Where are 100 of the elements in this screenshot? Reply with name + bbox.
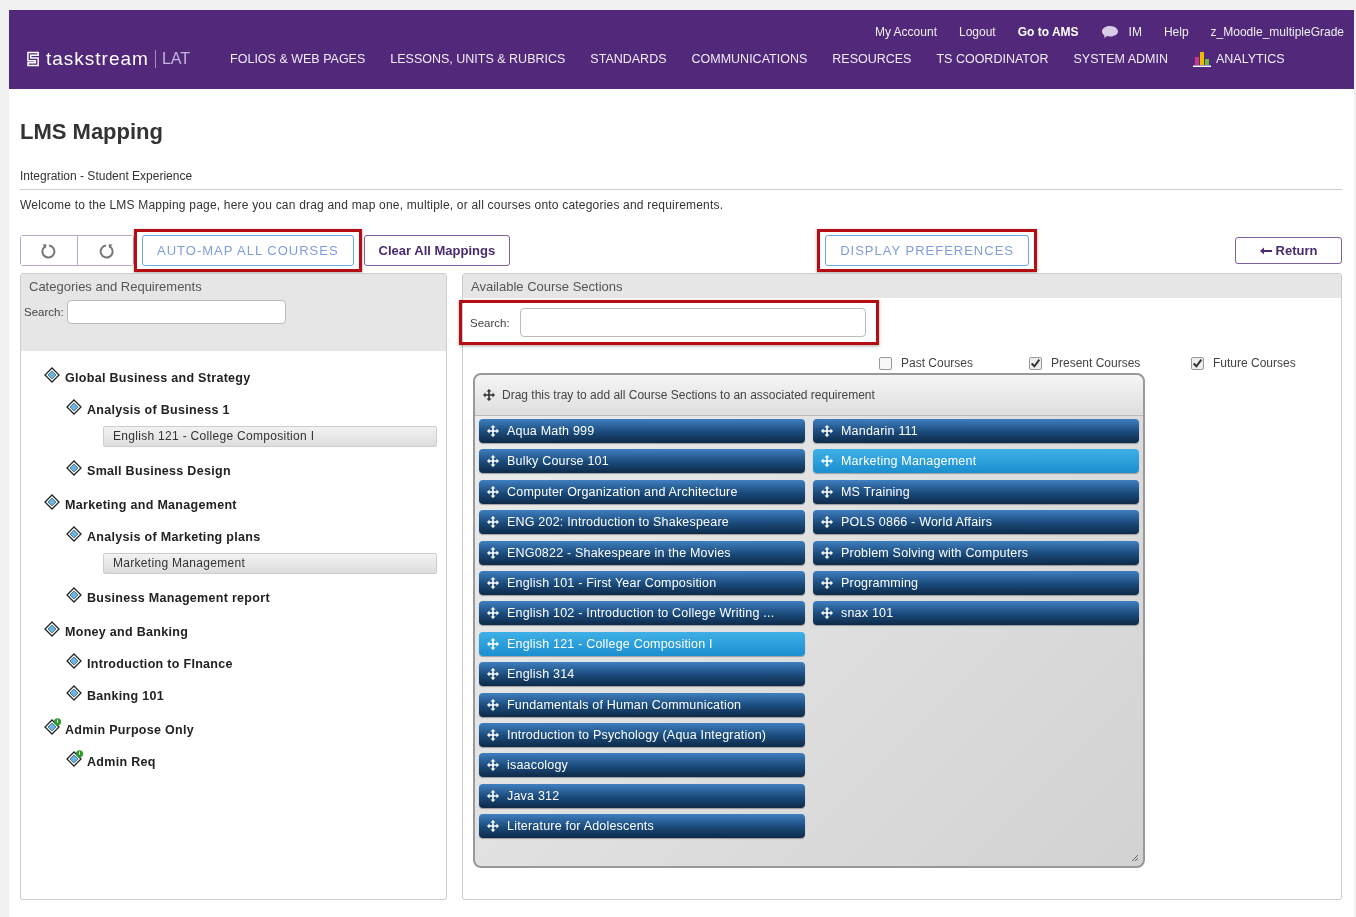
resize-grip-icon[interactable] [1131,854,1139,862]
course-name: Literature for Adolescents [507,819,654,834]
clear-mappings-button[interactable]: Clear All Mappings [363,235,511,266]
course-chip[interactable]: isaacology [479,753,805,778]
course-chip[interactable]: Aqua Math 999 [479,419,805,443]
course-tray[interactable] [473,373,1145,868]
arrow-left-icon [1259,246,1272,255]
mapped-course[interactable]: Marketing Management [103,553,437,574]
redo-icon [97,242,114,259]
course-name: Marketing Management [841,454,977,469]
course-chip[interactable]: snax 101 [813,601,1139,626]
nav-item[interactable]: TS COORDINATOR [936,52,1049,66]
requirement-label[interactable]: Analysis of Business 1 [87,403,230,417]
course-name: English 314 [507,667,575,682]
header-link[interactable]: My Account [874,23,937,40]
course-chip[interactable]: Mandarin 111 [813,419,1139,443]
checkbox[interactable] [1191,356,1204,370]
search-label: Search: [24,306,64,318]
redo-button[interactable] [77,236,133,265]
move-icon [487,546,499,559]
requirement-label[interactable]: Small Business Design [87,464,231,478]
requirement-label[interactable]: Analysis of Marketing plans [87,530,261,544]
move-icon [487,485,499,498]
mapped-course[interactable]: English 121 - College Composition I [103,426,437,447]
move-icon [487,425,499,437]
nav-item[interactable]: STANDARDS [590,52,667,66]
nav-item[interactable]: LESSONS, UNITS & RUBRICS [390,52,566,66]
header-link[interactable]: Go to AMS [1017,23,1079,40]
course-chip[interactable]: Problem Solving with Computers [813,540,1139,565]
course-chip[interactable]: English 101 - First Year Composition [479,570,805,595]
move-icon [821,485,833,498]
course-name: English 101 - First Year Composition [507,575,717,590]
course-chip[interactable]: Programming [813,570,1139,595]
checkbox-label: Future Courses [1213,356,1296,370]
category-label[interactable]: Money and Banking [65,625,189,639]
category-label[interactable]: Admin Purpose Only [65,723,195,737]
bar-chart-icon [1192,51,1211,67]
course-name: POLS 0866 - World Affairs [841,515,993,530]
nav-item[interactable]: ANALYTICS [1192,51,1285,67]
breadcrumb: Integration - Student Experience [20,169,1342,190]
move-icon [821,576,833,589]
course-name: snax 101 [841,606,894,621]
checkbox-label: Past Courses [901,356,974,370]
checkbox[interactable] [879,356,892,370]
logo-icon [27,51,40,67]
course-chip[interactable]: Bulky Course 101 [479,449,805,474]
header-link[interactable]: Help [1163,23,1189,40]
course-chip[interactable]: ENG 202: Introduction to Shakespeare [479,510,805,535]
header-link[interactable]: IM [1100,23,1142,40]
course-chip[interactable]: ENG0822 - Shakespeare in the Movies [479,540,805,565]
course-chip[interactable]: POLS 0866 - World Affairs [813,510,1139,535]
course-name: English 102 - Introduction to College Writing ... [507,606,775,621]
nav-item[interactable]: RESOURCES [832,52,912,66]
course-name: ENG0822 - Shakespeare in the Movies [507,545,731,560]
course-name: Fundamentals of Human Communication [507,697,742,712]
move-icon [487,455,499,468]
move-icon [487,820,499,833]
requirement-label[interactable]: Introduction to FInance [87,657,233,671]
requirement-label[interactable]: Banking 101 [87,689,164,703]
requirement-label[interactable]: Admin Req [87,755,156,769]
move-icon [821,425,833,437]
move-icon [821,607,833,620]
requirement-label[interactable]: Business Management report [87,591,270,605]
nav-item[interactable]: COMMUNICATIONS [691,52,808,66]
course-chip[interactable]: English 102 - Introduction to College Writing ... [479,601,805,626]
move-icon [821,516,833,529]
course-name: English 121 - College Composition I [507,636,713,651]
logo-suffix: LAT [154,50,191,68]
course-name: isaacology [507,758,569,773]
category-label[interactable]: Marketing and Management [65,498,237,512]
search-field[interactable] [66,300,286,324]
intro-text: Welcome to the LMS Mapping page, here you can drag and map one, multiple, or all courses onto categories and requirements. [20,198,725,212]
checkbox-label: Present Courses [1051,356,1141,370]
checkbox[interactable] [1029,356,1042,370]
course-chip[interactable]: Literature for Adolescents [479,814,805,839]
panel-title: Available Course Sections [471,279,623,294]
course-chip[interactable]: English 314 [479,662,805,687]
category-label[interactable]: Global Business and Strategy [65,371,251,385]
tray-label: Drag this tray to add all Course Sections to an associated requirement [502,388,875,402]
nav-item[interactable]: SYSTEM ADMIN [1073,52,1168,66]
course-chip[interactable]: MS Training [813,479,1139,504]
return-button[interactable]: Return [1235,237,1342,264]
search-field[interactable] [519,308,866,337]
course-name: Computer Organization and Architecture [507,484,738,499]
course-chip[interactable]: Introduction to Psychology (Aqua Integration) [479,722,805,747]
move-icon [487,607,499,620]
header-link[interactable]: z_Moodle_multipleGrade [1210,23,1344,40]
chat-icon [1100,24,1119,39]
move-icon [483,389,495,401]
course-chip[interactable]: Java 312 [479,783,805,808]
course-name: Introduction to Psychology (Aqua Integration) [507,727,767,742]
course-chip[interactable]: Fundamentals of Human Communication [479,692,805,717]
nav-item[interactable]: FOLIOS & WEB PAGES [230,52,366,66]
course-name: Mandarin 111 [841,424,918,438]
search-label: Search: [470,316,510,329]
course-name: Java 312 [507,788,560,803]
course-name: Aqua Math 999 [507,424,595,438]
course-chip[interactable]: Computer Organization and Architecture [479,479,805,504]
page-title: LMS Mapping [20,119,164,145]
header-link[interactable]: Logout [958,23,996,40]
